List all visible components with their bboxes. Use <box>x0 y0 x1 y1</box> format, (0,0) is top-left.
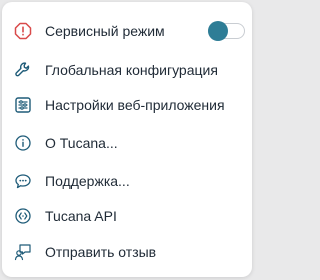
info-icon <box>14 134 32 152</box>
menu-item-label: Глобальная конфигурация <box>45 62 218 78</box>
menu-item-about[interactable]: О Tucana... <box>2 126 252 160</box>
api-icon <box>14 207 32 225</box>
wrench-icon <box>14 61 32 79</box>
menu-item-api[interactable]: Tucana API <box>2 199 252 233</box>
menu-item-label: Отправить отзыв <box>45 244 157 260</box>
menu-item-label: О Tucana... <box>45 135 118 151</box>
menu-item-service-mode[interactable]: Сервисный режим <box>2 14 252 48</box>
menu-item-global-config[interactable]: Глобальная конфигурация <box>2 53 252 87</box>
warning-icon <box>14 22 32 40</box>
toggle-knob <box>208 21 228 41</box>
menu-item-label: Поддержка... <box>45 173 130 189</box>
chat-icon <box>14 172 32 190</box>
sliders-icon <box>14 96 32 114</box>
menu-item-label: Tucana API <box>45 208 117 224</box>
feedback-icon <box>14 243 32 261</box>
service-mode-toggle[interactable] <box>208 21 245 41</box>
menu-item-label: Настройки веб-приложения <box>45 97 225 113</box>
settings-menu: Сервисный режим Глобальная конфигурация … <box>2 2 252 277</box>
menu-item-label: Сервисный режим <box>45 23 165 39</box>
menu-item-webapp-settings[interactable]: Настройки веб-приложения <box>2 88 252 122</box>
menu-item-support[interactable]: Поддержка... <box>2 164 252 198</box>
menu-item-feedback[interactable]: Отправить отзыв <box>2 235 252 269</box>
